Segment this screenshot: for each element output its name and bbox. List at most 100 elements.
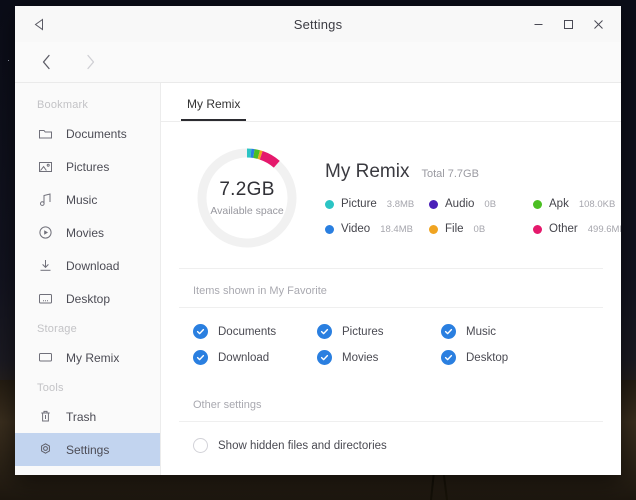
gear-icon xyxy=(37,442,53,458)
sidebar-group-storage: Storage xyxy=(37,323,77,335)
other-settings-list: Show hidden files and directories xyxy=(179,422,603,453)
star xyxy=(8,60,9,61)
storage-panel: 7.2GB Available space My Remix Total 7.7… xyxy=(179,122,621,269)
favorite-pictures[interactable]: Pictures xyxy=(317,324,441,339)
sidebar-item-label: Pictures xyxy=(66,159,110,174)
sidebar-group-bookmark: Bookmark xyxy=(37,99,89,111)
trash-icon xyxy=(37,409,53,425)
minimize-icon[interactable] xyxy=(523,9,553,39)
sidebar-item-settings[interactable]: Settings xyxy=(15,433,160,466)
title-bar: Settings xyxy=(15,6,621,42)
legend-item-picture: Picture 3.8MB xyxy=(325,198,429,210)
sidebar-item-documents[interactable]: Documents xyxy=(15,117,160,150)
legend-label: Apk xyxy=(549,198,569,210)
sidebar-item-label: Movies xyxy=(66,225,105,240)
legend-size: 108.0KB xyxy=(578,198,616,210)
music-note-icon xyxy=(37,192,53,208)
sidebar-item-label: My Remix xyxy=(66,350,120,365)
sidebar-item-trash[interactable]: Trash xyxy=(15,400,160,433)
checkbox-checked-icon[interactable] xyxy=(317,324,332,339)
legend-item-audio: Audio 0B xyxy=(429,198,533,210)
favorite-download[interactable]: Download xyxy=(193,350,317,365)
legend-dot-picture xyxy=(325,199,334,209)
favorite-movies[interactable]: Movies xyxy=(317,350,441,365)
favorites-title: Items shown in My Favorite xyxy=(179,269,603,308)
favorites-grid: Documents Pictures Music Download Movies… xyxy=(179,308,603,383)
sidebar-item-desktop[interactable]: Desktop xyxy=(15,282,160,315)
available-space-label: Available space xyxy=(210,205,284,217)
favorite-label: Music xyxy=(466,325,497,338)
download-icon xyxy=(37,258,53,274)
favorites-section: Items shown in My Favorite Documents Pic… xyxy=(179,269,603,383)
legend-label: Picture xyxy=(341,198,377,210)
sidebar-item-download[interactable]: Download xyxy=(15,249,160,282)
sidebar-item-label: Desktop xyxy=(66,291,111,306)
legend-dot-video xyxy=(325,224,334,234)
checkbox-checked-icon[interactable] xyxy=(317,350,332,365)
sidebar-item-movies[interactable]: Movies xyxy=(15,216,160,249)
sidebar-item-music[interactable]: Music xyxy=(15,183,160,216)
sidebar-item-label: Download xyxy=(66,258,120,273)
storage-donut-chart: 7.2GB Available space xyxy=(193,144,301,252)
sidebar-item-label: Documents xyxy=(66,126,127,141)
close-icon[interactable] xyxy=(583,9,613,39)
tab-bar: My Remix xyxy=(161,83,621,122)
sidebar-item-label: Music xyxy=(66,192,98,207)
content-area: My Remix 7.2GB Available space My Remix … xyxy=(161,83,621,475)
legend-dot-audio xyxy=(429,199,438,209)
folder-icon xyxy=(37,126,53,142)
legend-label: Audio xyxy=(445,198,475,210)
monitor-icon xyxy=(37,350,53,366)
legend-dot-file xyxy=(429,224,438,234)
favorite-music[interactable]: Music xyxy=(441,324,603,339)
available-space-value: 7.2GB xyxy=(219,179,275,200)
setting-show-hidden-files[interactable]: Show hidden files and directories xyxy=(193,438,603,453)
favorite-documents[interactable]: Documents xyxy=(193,324,317,339)
legend-size: 0B xyxy=(484,198,497,210)
legend-size: 499.6MB xyxy=(587,223,621,235)
legend-dot-other xyxy=(533,224,542,234)
sidebar-item-label: Trash xyxy=(66,409,97,424)
navigation-bar xyxy=(15,42,621,82)
checkbox-checked-icon[interactable] xyxy=(441,324,456,339)
favorite-label: Desktop xyxy=(466,351,509,364)
checkbox-checked-icon[interactable] xyxy=(193,350,208,365)
window-controls xyxy=(523,9,621,39)
other-settings-title: Other settings xyxy=(179,383,603,422)
sidebar-item-label: Settings xyxy=(66,442,110,457)
maximize-icon[interactable] xyxy=(553,9,583,39)
sidebar: Bookmark Documents Pictures Music Movies… xyxy=(15,83,161,475)
settings-window: Settings Bookmark Documents Pictures Mus… xyxy=(15,6,621,475)
chevron-right-icon[interactable] xyxy=(81,51,99,73)
drive-total-size: Total 7.7GB xyxy=(421,168,479,180)
image-icon xyxy=(37,159,53,175)
favorite-desktop[interactable]: Desktop xyxy=(441,350,603,365)
chevron-left-icon[interactable] xyxy=(37,51,55,73)
legend-dot-apk xyxy=(533,199,542,209)
storage-legend-header: My Remix Total 7.7GB xyxy=(325,161,603,183)
drive-name: My Remix xyxy=(325,161,410,182)
favorite-label: Movies xyxy=(342,351,379,364)
checkbox-checked-icon[interactable] xyxy=(441,350,456,365)
legend-item-file: File 0B xyxy=(429,223,533,235)
legend-item-video: Video 18.4MB xyxy=(325,223,429,235)
legend-label: Video xyxy=(341,223,371,235)
back-triangle-icon[interactable] xyxy=(29,14,49,34)
legend-item-other: Other 499.6MB xyxy=(533,223,621,235)
storage-legend-grid: Picture 3.8MB Audio 0B Apk 108.0KB Video… xyxy=(325,198,621,235)
desktop-icon xyxy=(37,291,53,307)
legend-label: Other xyxy=(549,223,578,235)
play-circle-icon xyxy=(37,225,53,241)
storage-legend: My Remix Total 7.7GB Picture 3.8MB Audio xyxy=(325,161,621,235)
favorite-label: Pictures xyxy=(342,325,384,338)
sidebar-item-my-remix[interactable]: My Remix xyxy=(15,341,160,374)
tab-my-remix[interactable]: My Remix xyxy=(181,97,247,121)
sidebar-item-pictures[interactable]: Pictures xyxy=(15,150,160,183)
sidebar-group-tools: Tools xyxy=(37,382,64,394)
favorite-label: Documents xyxy=(218,325,277,338)
favorite-label: Download xyxy=(218,351,270,364)
other-settings-section: Other settings Show hidden files and dir… xyxy=(179,383,603,453)
checkbox-checked-icon[interactable] xyxy=(193,324,208,339)
legend-size: 3.8MB xyxy=(386,198,415,210)
checkbox-unchecked-icon[interactable] xyxy=(193,438,208,453)
